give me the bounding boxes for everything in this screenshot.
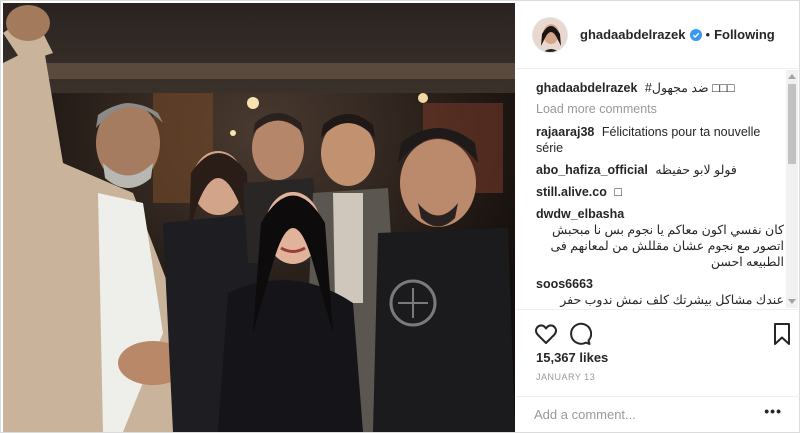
add-comment-input[interactable] bbox=[534, 405, 754, 423]
following-button[interactable]: Following bbox=[714, 27, 775, 42]
post-date: JANUARY 13 bbox=[536, 372, 596, 382]
comment-username[interactable]: rajaaraj38 bbox=[536, 125, 594, 139]
comments-scrollbar[interactable] bbox=[786, 70, 798, 308]
comment-text: □ bbox=[614, 185, 622, 199]
scrollbar-thumb[interactable] bbox=[788, 84, 796, 164]
bookmark-icon[interactable] bbox=[770, 322, 794, 346]
action-icons bbox=[534, 322, 792, 348]
comment-text: فولو لابو حفيظه bbox=[655, 163, 737, 177]
heart-icon[interactable] bbox=[534, 322, 558, 346]
comments-list: ghadaabdelrazek #ضد مجهول □□□ Load more … bbox=[516, 70, 792, 308]
scroll-down-arrow-icon[interactable] bbox=[788, 299, 796, 304]
comment-text: عندك مشاكل بيشرتك كلف نمش ندوب حفر تصبغا… bbox=[560, 293, 784, 307]
comment-username[interactable]: soos6663 bbox=[536, 277, 593, 291]
comment-username[interactable]: dwdw_elbasha bbox=[536, 207, 624, 221]
post-sidebar: ghadaabdelrazek • Following ghadaabdelra… bbox=[516, 1, 800, 434]
comment-bubble-icon[interactable] bbox=[568, 322, 592, 346]
post-photo[interactable] bbox=[3, 3, 515, 432]
comment-item: dwdw_elbasha كان نفسي اكون معاكم يا نجوم… bbox=[536, 206, 784, 270]
comment-item: abo_hafiza_official فولو لابو حفيظه bbox=[536, 162, 784, 178]
avatar[interactable] bbox=[532, 16, 568, 53]
likes-count[interactable]: 15,367 likes bbox=[536, 350, 608, 365]
post-actions: 15,367 likes JANUARY 13 ••• bbox=[516, 309, 800, 427]
caption: ghadaabdelrazek #ضد مجهول □□□ bbox=[536, 80, 784, 96]
verified-badge-icon bbox=[689, 28, 702, 41]
post-header: ghadaabdelrazek • Following bbox=[516, 1, 800, 69]
comment-item: still.alive.co □ bbox=[536, 184, 784, 200]
comment-username[interactable]: abo_hafiza_official bbox=[536, 163, 648, 177]
load-more-comments[interactable]: Load more comments bbox=[536, 102, 784, 116]
separator-dot: • bbox=[705, 27, 711, 42]
caption-text: #ضد مجهول □□□ bbox=[644, 81, 735, 95]
caption-username[interactable]: ghadaabdelrazek bbox=[536, 81, 637, 95]
scroll-up-arrow-icon[interactable] bbox=[788, 74, 796, 79]
comment-item: soos6663 عندك مشاكل بيشرتك كلف نمش ندوب … bbox=[536, 276, 784, 308]
comment-username[interactable]: still.alive.co bbox=[536, 185, 607, 199]
more-options-icon[interactable]: ••• bbox=[764, 403, 782, 419]
add-comment-bar: ••• bbox=[516, 396, 800, 428]
comment-text: كان نفسي اكون معاكم يا نجوم بس نا مبحبش … bbox=[550, 223, 784, 269]
comment-item: rajaaraj38 Félicitations pour ta nouvell… bbox=[536, 124, 784, 156]
header-username[interactable]: ghadaabdelrazek bbox=[580, 27, 686, 42]
instagram-post: ghadaabdelrazek • Following ghadaabdelra… bbox=[0, 0, 800, 433]
